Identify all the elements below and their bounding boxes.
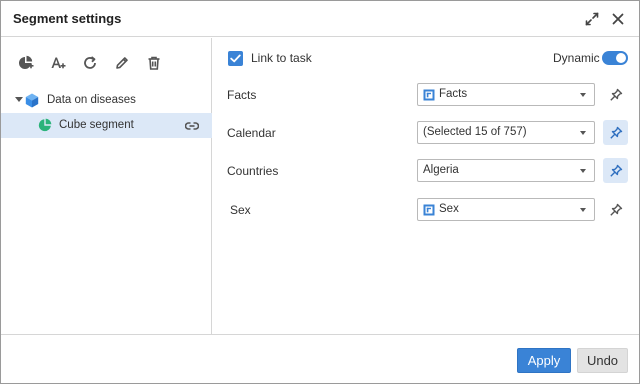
apply-button[interactable]: Apply [517, 348, 571, 373]
add-attribute-icon[interactable] [47, 52, 69, 74]
chevron-down-icon [580, 131, 586, 135]
expand-icon[interactable] [583, 10, 601, 28]
dialog-title: Segment settings [13, 11, 122, 26]
dimension-label: Countries [227, 164, 279, 178]
dimension-row-calendar: Calendar (Selected 15 of 757) [213, 120, 639, 145]
dialog-titlebar: Segment settings [1, 1, 639, 37]
dimension-label: Sex [230, 203, 251, 217]
tree-node-label: Cube segment [59, 119, 134, 131]
dimension-label: Calendar [227, 126, 276, 140]
undo-button[interactable]: Undo [577, 348, 628, 373]
link-to-task-checkbox[interactable] [228, 51, 243, 66]
edit-icon[interactable] [111, 52, 133, 74]
pin-button-countries[interactable] [603, 158, 628, 183]
pin-button-calendar[interactable] [603, 120, 628, 145]
dimension-select-facts[interactable]: Facts [417, 83, 595, 106]
pin-icon [609, 88, 622, 101]
dimension-select-sex[interactable]: Sex [417, 198, 595, 221]
pin-button-sex[interactable] [603, 197, 628, 222]
close-icon[interactable] [609, 10, 627, 28]
add-segment-icon[interactable] [15, 52, 37, 74]
tree-node-data-on-diseases[interactable]: Data on diseases [1, 88, 212, 113]
expand-caret-icon[interactable] [15, 97, 23, 102]
select-value: (Selected 15 of 757) [423, 126, 527, 138]
dimension-icon [423, 204, 435, 216]
select-value: Facts [439, 88, 468, 100]
segment-tree: Data on diseases Cube segment [1, 88, 212, 138]
segment-tree-pane: Data on diseases Cube segment [1, 38, 212, 334]
select-value: Sex [439, 203, 459, 215]
chevron-down-icon [580, 169, 586, 173]
dynamic-label: Dynamic [553, 51, 600, 65]
dimension-select-calendar[interactable]: (Selected 15 of 757) [417, 121, 595, 144]
pin-icon [609, 203, 622, 216]
delete-icon[interactable] [143, 52, 165, 74]
pin-icon [609, 164, 622, 177]
pin-icon [609, 126, 622, 139]
segment-icon [38, 118, 52, 132]
tree-toolbar [1, 38, 212, 86]
dimension-icon [423, 89, 435, 101]
chevron-down-icon [580, 93, 586, 97]
link-icon[interactable] [184, 118, 200, 134]
dimension-row-facts: Facts Facts [213, 83, 639, 107]
segment-settings-dialog: Segment settings Data on diseases Cube s… [0, 0, 640, 384]
pin-button-facts[interactable] [603, 82, 628, 107]
dimension-row-sex: Sex Sex [213, 198, 639, 222]
refresh-icon[interactable] [79, 52, 101, 74]
dynamic-toggle[interactable] [602, 51, 628, 65]
chevron-down-icon [580, 208, 586, 212]
dimension-label: Facts [227, 88, 257, 102]
link-to-task-label: Link to task [251, 51, 312, 65]
tree-node-cube-segment[interactable]: Cube segment [1, 113, 212, 138]
tree-node-label: Data on diseases [47, 94, 136, 106]
dimension-row-countries: Countries Algeria [213, 158, 639, 183]
segment-settings-pane: Link to task Dynamic Facts Facts Calenda… [213, 38, 639, 334]
select-value: Algeria [423, 164, 459, 176]
cube-icon [25, 93, 39, 108]
dimension-select-countries[interactable]: Algeria [417, 159, 595, 182]
dialog-footer: Apply Undo [1, 334, 639, 383]
